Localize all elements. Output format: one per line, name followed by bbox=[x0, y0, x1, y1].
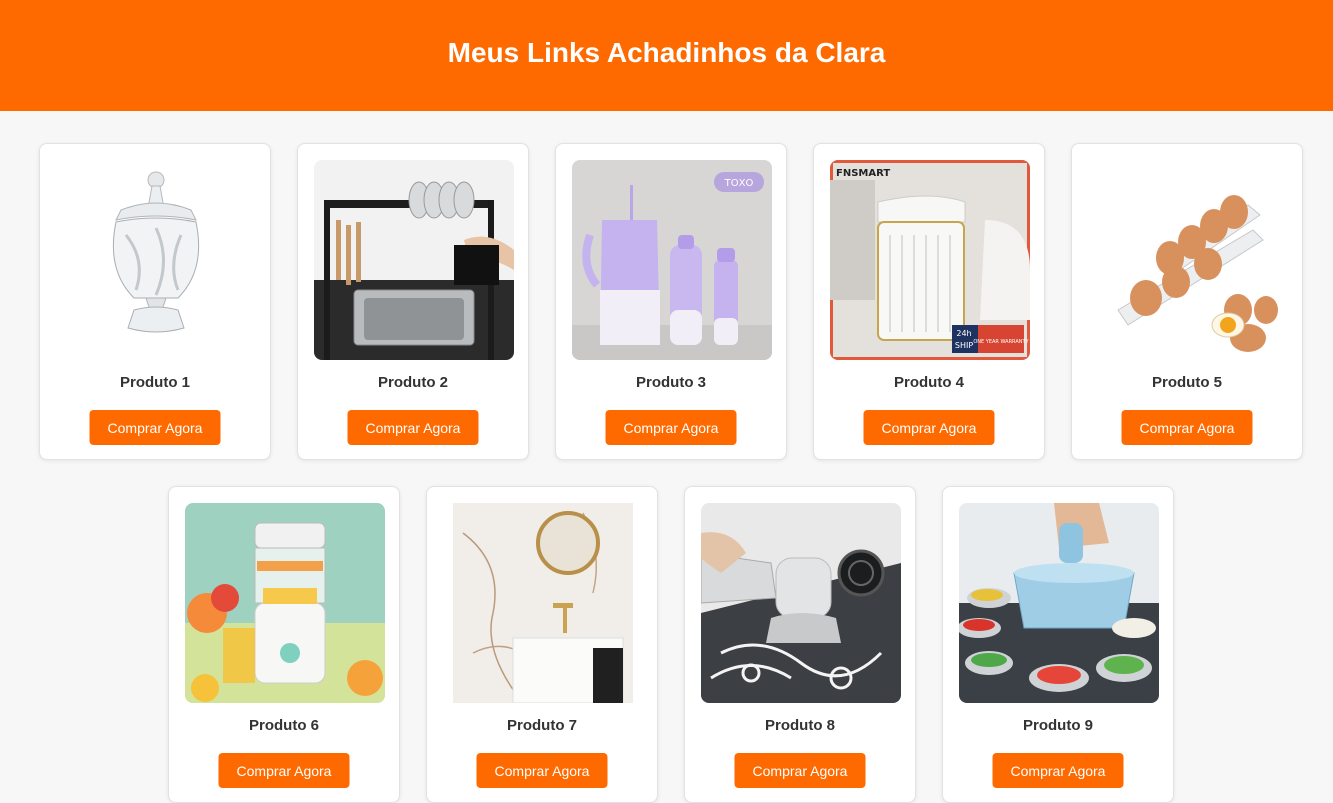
product-name: Produto 3 bbox=[636, 374, 706, 391]
product-card: Produto 2 Comprar Agora bbox=[297, 143, 529, 460]
cleaning-brush-image[interactable] bbox=[701, 503, 901, 703]
vegetable-slicer-image[interactable] bbox=[959, 503, 1159, 703]
egg-holder-image[interactable] bbox=[1088, 160, 1288, 360]
buy-now-button[interactable]: Comprar Agora bbox=[734, 753, 866, 788]
product-card: ΤΟΧΟ Produto 3 Comprar Agora bbox=[555, 143, 787, 460]
product-card: Produto 1 Comprar Agora bbox=[39, 143, 271, 460]
product-name: Produto 6 bbox=[249, 717, 319, 734]
bathroom-mirror-image[interactable] bbox=[443, 503, 643, 703]
product-name: Produto 9 bbox=[1023, 717, 1093, 734]
buy-now-button[interactable]: Comprar Agora bbox=[347, 410, 479, 445]
brand-text: FNSMART bbox=[836, 168, 890, 179]
product-card: Produto 7 Comprar Agora bbox=[426, 486, 658, 803]
shipping-text: SHIP bbox=[955, 341, 973, 350]
buy-now-button[interactable]: Comprar Agora bbox=[605, 410, 737, 445]
product-name: Produto 1 bbox=[120, 374, 190, 391]
buy-now-button[interactable]: Comprar Agora bbox=[89, 410, 221, 445]
product-name: Produto 5 bbox=[1152, 374, 1222, 391]
product-card: Produto 9 Comprar Agora bbox=[942, 486, 1174, 803]
product-card: Produto 5 Comprar Agora bbox=[1071, 143, 1303, 460]
product-name: Produto 8 bbox=[765, 717, 835, 734]
trash-bin-image[interactable]: FNSMART 24h SHIP ONE YEAR WARRANTY bbox=[830, 160, 1030, 360]
buy-now-button[interactable]: Comprar Agora bbox=[1121, 410, 1253, 445]
image-badge-text: ΤΟΧΟ bbox=[724, 178, 754, 189]
page-title: Meus Links Achadinhos da Clara bbox=[447, 36, 886, 68]
juicer-image[interactable] bbox=[185, 503, 385, 703]
buy-now-button[interactable]: Comprar Agora bbox=[863, 410, 995, 445]
product-name: Produto 2 bbox=[378, 374, 448, 391]
product-card: FNSMART 24h SHIP ONE YEAR WARRANTY Produ… bbox=[813, 143, 1045, 460]
crystal-candy-jar-image[interactable] bbox=[56, 160, 256, 360]
product-card: Produto 6 Comprar Agora bbox=[168, 486, 400, 803]
product-name: Produto 4 bbox=[894, 374, 964, 391]
shipping-hours-text: 24h bbox=[956, 329, 971, 338]
buy-now-button[interactable]: Comprar Agora bbox=[476, 753, 608, 788]
product-name: Produto 7 bbox=[507, 717, 577, 734]
buy-now-button[interactable]: Comprar Agora bbox=[218, 753, 350, 788]
page-header: Meus Links Achadinhos da Clara bbox=[0, 0, 1333, 111]
buy-now-button[interactable]: Comprar Agora bbox=[992, 753, 1124, 788]
dish-rack-image[interactable] bbox=[314, 160, 514, 360]
bottle-set-image[interactable]: ΤΟΧΟ bbox=[572, 160, 772, 360]
warranty-text: ONE YEAR WARRANTY bbox=[973, 339, 1029, 345]
product-card: Produto 8 Comprar Agora bbox=[684, 486, 916, 803]
